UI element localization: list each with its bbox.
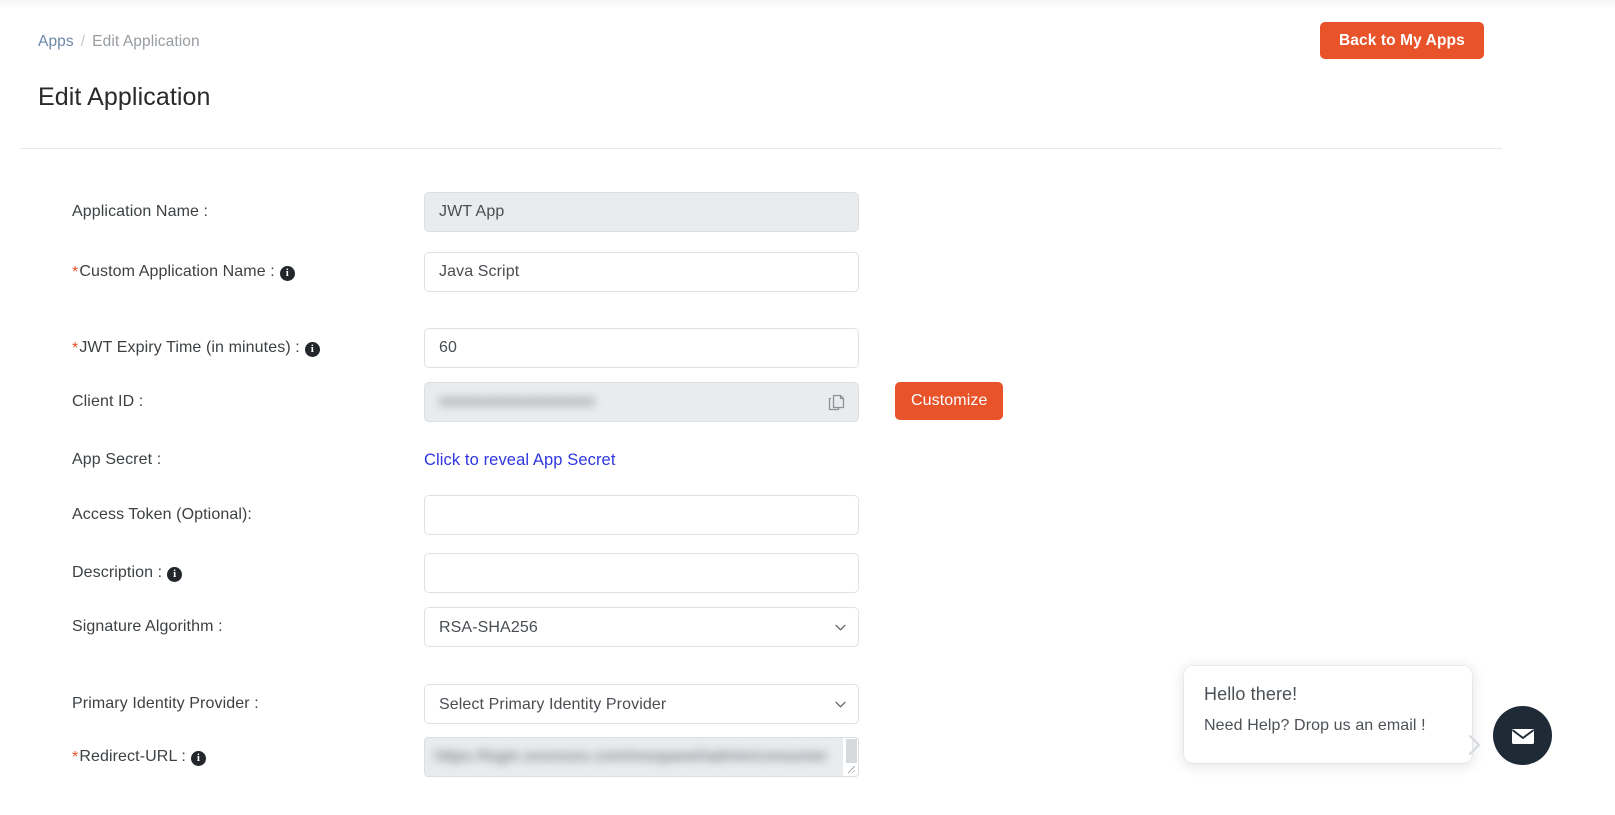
- label-jwt-expiry-time: *JWT Expiry Time (in minutes) : i: [72, 328, 320, 368]
- required-asterisk: *: [72, 750, 78, 766]
- required-asterisk: *: [72, 265, 78, 281]
- description-input[interactable]: [424, 553, 859, 593]
- copy-icon[interactable]: [826, 392, 848, 414]
- info-icon[interactable]: i: [191, 751, 206, 766]
- jwt-expiry-time-input[interactable]: [424, 328, 859, 368]
- chat-tooltip[interactable]: Hello there! Need Help? Drop us an email…: [1184, 666, 1472, 763]
- breadcrumb-current: Edit Application: [92, 33, 200, 50]
- field-primary-identity-provider: Select Primary Identity Provider: [424, 684, 859, 724]
- form-row-custom-application-name: *Custom Application Name : i: [0, 252, 1100, 292]
- back-to-my-apps-button[interactable]: Back to My Apps: [1320, 22, 1484, 59]
- label-description: Description : i: [72, 553, 182, 593]
- info-icon[interactable]: i: [305, 342, 320, 357]
- envelope-icon: [1509, 722, 1537, 750]
- custom-application-name-input[interactable]: [424, 252, 859, 292]
- reveal-app-secret-link[interactable]: Click to reveal App Secret: [424, 440, 616, 480]
- label-primary-identity-provider: Primary Identity Provider :: [72, 684, 259, 724]
- header-divider: [20, 148, 1502, 149]
- form-row-description: Description : i: [0, 553, 1100, 593]
- chat-message: Need Help? Drop us an email !: [1204, 717, 1452, 735]
- field-client-id: xxxxxxxxxxxxxxxxxxx: [424, 382, 859, 422]
- label-signature-algorithm: Signature Algorithm :: [72, 607, 223, 647]
- field-signature-algorithm: RSA-SHA256: [424, 607, 859, 647]
- redirect-url-value-area: https://login.xxxxxxxx.com/moopanel/admi…: [425, 738, 843, 776]
- form-row-jwt-expiry-time: *JWT Expiry Time (in minutes) : i: [0, 328, 1100, 368]
- label-primary-identity-provider-text: Primary Identity Provider :: [72, 695, 259, 713]
- chat-greeting: Hello there!: [1204, 684, 1452, 705]
- label-access-token: Access Token (Optional):: [72, 495, 252, 535]
- breadcrumb-separator: /: [81, 33, 85, 50]
- form-row-redirect-url: *Redirect-URL : i https://login.xxxxxxxx.…: [0, 737, 1100, 777]
- label-access-token-text: Access Token (Optional):: [72, 506, 252, 524]
- label-jwt-expiry-time-text: JWT Expiry Time (in minutes) :: [79, 339, 300, 357]
- client-id-masked-value: xxxxxxxxxxxxxxxxxxx: [439, 393, 595, 411]
- redirect-url-resize-handle[interactable]: [845, 763, 857, 775]
- chat-email-button[interactable]: [1493, 706, 1552, 765]
- breadcrumb-link-apps[interactable]: Apps: [38, 33, 74, 50]
- label-client-id-text: Client ID :: [72, 393, 143, 411]
- required-asterisk: *: [72, 341, 78, 357]
- form-row-client-id: Client ID : xxxxxxxxxxxxxxxxxxx Customiz…: [0, 382, 1100, 422]
- form-row-access-token: Access Token (Optional):: [0, 495, 1100, 535]
- primary-identity-provider-select[interactable]: Select Primary Identity Provider: [424, 684, 859, 724]
- redirect-url-masked-value: https://login.xxxxxxxx.com/moopanel/admi…: [435, 748, 827, 766]
- field-application-name: [424, 192, 859, 232]
- label-app-secret-text: App Secret :: [72, 451, 161, 469]
- top-band: [0, 0, 1615, 10]
- form-row-signature-algorithm: Signature Algorithm : RSA-SHA256: [0, 607, 1100, 647]
- label-custom-application-name: *Custom Application Name : i: [72, 252, 295, 292]
- client-id-field[interactable]: xxxxxxxxxxxxxxxxxxx: [424, 382, 859, 422]
- label-signature-algorithm-text: Signature Algorithm :: [72, 618, 223, 636]
- form-row-application-name: Application Name :: [0, 192, 1100, 232]
- label-client-id: Client ID :: [72, 382, 143, 422]
- redirect-url-scrollbar-thumb[interactable]: [846, 739, 857, 763]
- signature-algorithm-select[interactable]: RSA-SHA256: [424, 607, 859, 647]
- field-custom-application-name: [424, 252, 859, 292]
- label-application-name-text: Application Name :: [72, 203, 208, 221]
- access-token-input[interactable]: [424, 495, 859, 535]
- application-name-input[interactable]: [424, 192, 859, 232]
- field-redirect-url: https://login.xxxxxxxx.com/moopanel/admi…: [424, 737, 859, 777]
- label-custom-application-name-text: Custom Application Name :: [79, 263, 274, 281]
- label-application-name: Application Name :: [72, 192, 208, 232]
- customize-button[interactable]: Customize: [895, 382, 1003, 420]
- info-icon[interactable]: i: [280, 266, 295, 281]
- breadcrumb: Apps / Edit Application: [38, 32, 200, 52]
- label-redirect-url-text: Redirect-URL :: [79, 748, 186, 766]
- info-icon[interactable]: i: [167, 567, 182, 582]
- redirect-url-textarea[interactable]: https://login.xxxxxxxx.com/moopanel/admi…: [424, 737, 859, 777]
- label-app-secret: App Secret :: [72, 440, 161, 480]
- page-title: Edit Application: [38, 83, 211, 112]
- field-access-token: [424, 495, 859, 535]
- form-row-app-secret: App Secret : Click to reveal App Secret: [0, 440, 1100, 480]
- form-row-primary-identity-provider: Primary Identity Provider : Select Prima…: [0, 684, 1100, 724]
- field-description: [424, 553, 859, 593]
- label-description-text: Description :: [72, 564, 162, 582]
- field-jwt-expiry-time: [424, 328, 859, 368]
- label-redirect-url: *Redirect-URL : i: [72, 737, 206, 777]
- edit-application-page: Apps / Edit Application Back to My Apps Ed…: [0, 0, 1615, 815]
